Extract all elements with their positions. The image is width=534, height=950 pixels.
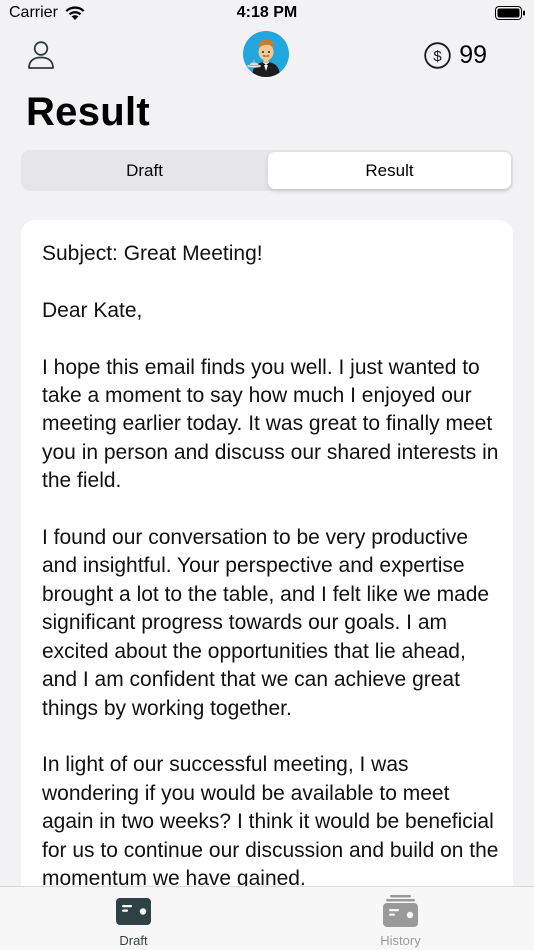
segment-draft[interactable]: Draft [23, 152, 266, 189]
tab-draft[interactable]: Draft [0, 887, 267, 950]
battery-icon [495, 6, 525, 20]
svg-text:$: $ [434, 48, 443, 65]
draft-result-segmented-control: Draft Result [21, 150, 513, 191]
history-icon [383, 895, 418, 927]
tab-history-label: History [380, 933, 421, 948]
segment-result[interactable]: Result [268, 152, 511, 189]
person-icon[interactable] [27, 40, 55, 70]
email-body-text[interactable]: Subject: Great Meeting! Dear Kate, I hop… [42, 240, 502, 893]
draft-icon [116, 898, 151, 925]
tab-history[interactable]: History [267, 887, 534, 950]
email-result-card: Subject: Great Meeting! Dear Kate, I hop… [21, 220, 513, 920]
status-bar: Carrier 4:18 PM [0, 0, 534, 30]
waiter-avatar-icon [246, 39, 280, 77]
waiter-avatar[interactable] [243, 31, 289, 77]
tab-bar: Draft History [0, 886, 534, 950]
clock: 4:18 PM [236, 4, 298, 21]
tab-draft-label: Draft [119, 933, 148, 948]
credits-count: 99 [459, 40, 487, 69]
credits-button[interactable]: $ 99 [424, 40, 487, 70]
dollar-coin-icon: $ [424, 41, 451, 69]
page-title: Result [26, 90, 151, 134]
app-screen: Carrier 4:18 PM $ 99 Result Draft Result… [0, 0, 534, 950]
